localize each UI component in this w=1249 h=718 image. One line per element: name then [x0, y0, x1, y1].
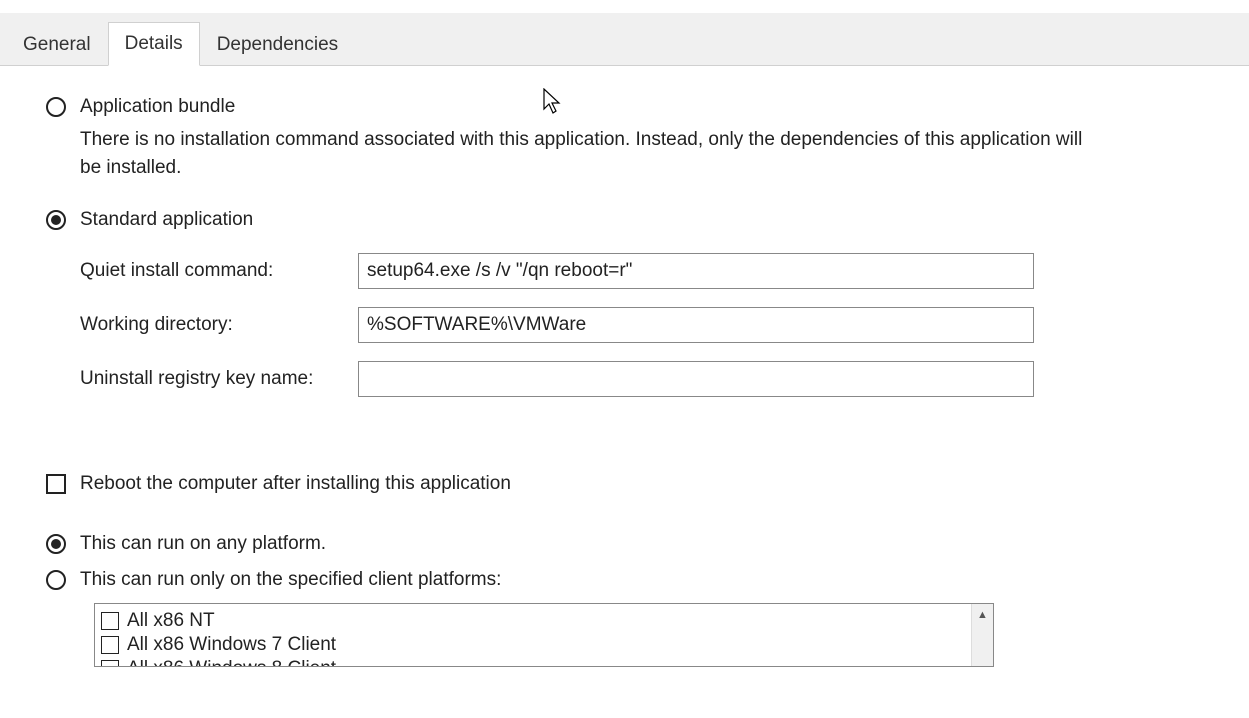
- checkbox-label: Reboot the computer after installing thi…: [80, 473, 511, 495]
- uninstall-key-input[interactable]: [358, 361, 1034, 397]
- radio-icon: [46, 97, 66, 117]
- platform-items: All x86 NT All x86 Windows 7 Client All …: [95, 604, 971, 666]
- checkbox-icon: [46, 474, 66, 494]
- radio-any-platform[interactable]: This can run on any platform.: [46, 533, 1203, 555]
- working-directory-input[interactable]: [358, 307, 1034, 343]
- field-label: Working directory:: [80, 314, 358, 336]
- field-uninstall-key: Uninstall registry key name:: [80, 361, 1203, 397]
- radio-application-bundle[interactable]: Application bundle: [46, 96, 1203, 118]
- tab-details[interactable]: Details: [108, 22, 200, 66]
- list-item-label: All x86 Windows 8 Client: [127, 658, 336, 667]
- radio-label: Application bundle: [80, 96, 235, 118]
- field-label: Quiet install command:: [80, 260, 358, 282]
- checkbox-reboot[interactable]: Reboot the computer after installing thi…: [46, 473, 1203, 495]
- tab-strip: General Details Dependencies: [0, 14, 1249, 66]
- checkbox-icon: [101, 660, 119, 667]
- standard-fields: Quiet install command: Working directory…: [80, 253, 1203, 397]
- radio-standard-application[interactable]: Standard application: [46, 209, 1203, 231]
- checkbox-icon: [101, 636, 119, 654]
- list-item-label: All x86 Windows 7 Client: [127, 634, 336, 656]
- quiet-install-input[interactable]: [358, 253, 1034, 289]
- list-item-label: All x86 NT: [127, 610, 215, 632]
- field-label: Uninstall registry key name:: [80, 368, 358, 390]
- checkbox-icon: [101, 612, 119, 630]
- platform-listbox[interactable]: All x86 NT All x86 Windows 7 Client All …: [94, 603, 994, 667]
- radio-icon: [46, 534, 66, 554]
- tab-dependencies[interactable]: Dependencies: [200, 23, 355, 66]
- scrollbar[interactable]: ▲: [971, 604, 993, 666]
- radio-label: This can run on any platform.: [80, 533, 326, 555]
- bundle-description: There is no installation command associa…: [80, 126, 1100, 181]
- list-item[interactable]: All x86 Windows 8 Client: [101, 658, 965, 667]
- field-working-directory: Working directory:: [80, 307, 1203, 343]
- radio-specified-platforms[interactable]: This can run only on the specified clien…: [46, 569, 1203, 591]
- details-panel: Application bundle There is no installat…: [0, 66, 1249, 667]
- radio-label: Standard application: [80, 209, 253, 231]
- list-item[interactable]: All x86 Windows 7 Client: [101, 634, 965, 656]
- field-quiet-install: Quiet install command:: [80, 253, 1203, 289]
- radio-label: This can run only on the specified clien…: [80, 569, 501, 591]
- radio-icon: [46, 210, 66, 230]
- radio-icon: [46, 570, 66, 590]
- tab-general[interactable]: General: [6, 23, 108, 66]
- list-item[interactable]: All x86 NT: [101, 610, 965, 632]
- scroll-up-icon[interactable]: ▲: [972, 604, 993, 626]
- window-top-area: [0, 0, 1249, 14]
